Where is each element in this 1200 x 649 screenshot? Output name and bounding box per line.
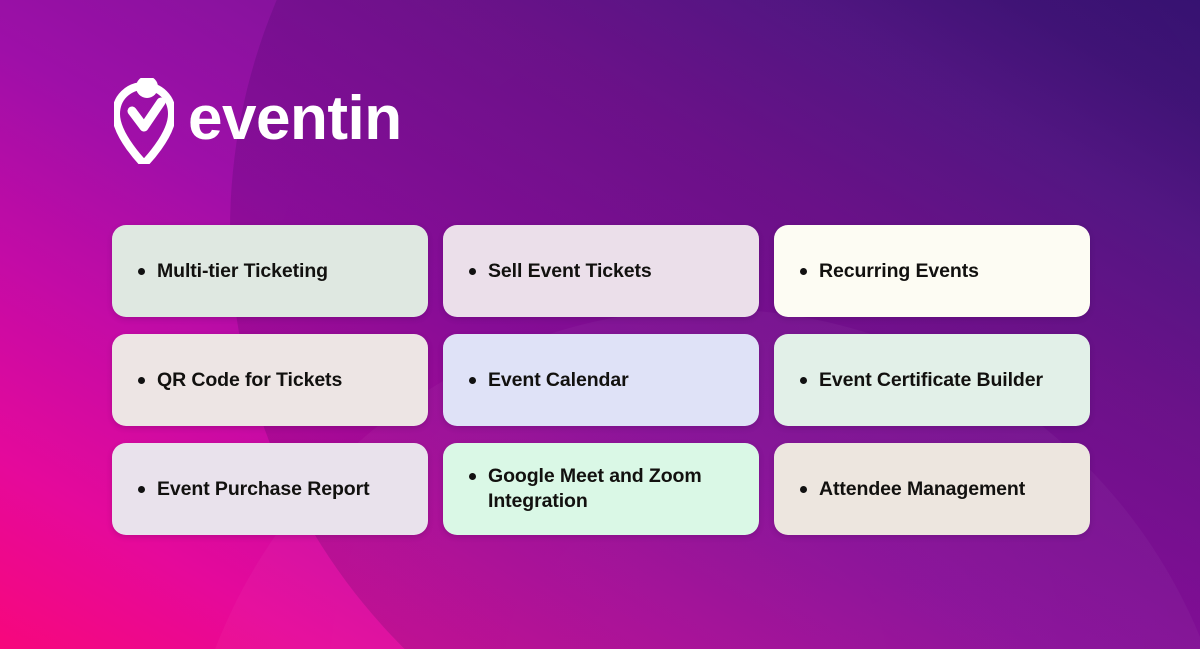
location-pin-person-icon	[114, 78, 174, 164]
bullet-icon	[469, 376, 476, 384]
feature-label: Event Calendar	[488, 368, 629, 391]
feature-card[interactable]: Event Certificate Builder	[774, 334, 1090, 426]
feature-label: Event Certificate Builder	[819, 368, 1043, 391]
feature-card[interactable]: Recurring Events	[774, 225, 1090, 317]
feature-label: Event Purchase Report	[157, 477, 370, 500]
feature-card[interactable]: Google Meet and Zoom Integration	[443, 443, 759, 535]
feature-label: Multi-tier Ticketing	[157, 259, 328, 282]
feature-banner: eventin Multi-tier Ticketing Sell Event …	[0, 0, 1200, 649]
feature-card[interactable]: Sell Event Tickets	[443, 225, 759, 317]
feature-label: QR Code for Tickets	[157, 368, 343, 391]
bullet-icon	[138, 376, 145, 384]
bullet-icon	[138, 267, 145, 275]
bullet-icon	[469, 267, 476, 275]
feature-card[interactable]: QR Code for Tickets	[112, 334, 428, 426]
bullet-icon	[800, 485, 807, 493]
feature-card[interactable]: Event Calendar	[443, 334, 759, 426]
feature-label: Recurring Events	[819, 259, 979, 282]
bullet-icon	[800, 267, 807, 275]
feature-label: Google Meet and Zoom Integration	[488, 465, 702, 512]
feature-grid: Multi-tier Ticketing Sell Event Tickets …	[112, 225, 1090, 535]
bullet-icon	[469, 473, 476, 480]
bullet-icon	[800, 376, 807, 384]
feature-card[interactable]: Attendee Management	[774, 443, 1090, 535]
feature-card[interactable]: Event Purchase Report	[112, 443, 428, 535]
brand-name: eventin	[188, 84, 402, 153]
feature-card[interactable]: Multi-tier Ticketing	[112, 225, 428, 317]
feature-label: Sell Event Tickets	[488, 259, 652, 282]
feature-label: Attendee Management	[819, 477, 1026, 500]
brand-logo: eventin	[114, 78, 402, 164]
bullet-icon	[138, 485, 145, 493]
